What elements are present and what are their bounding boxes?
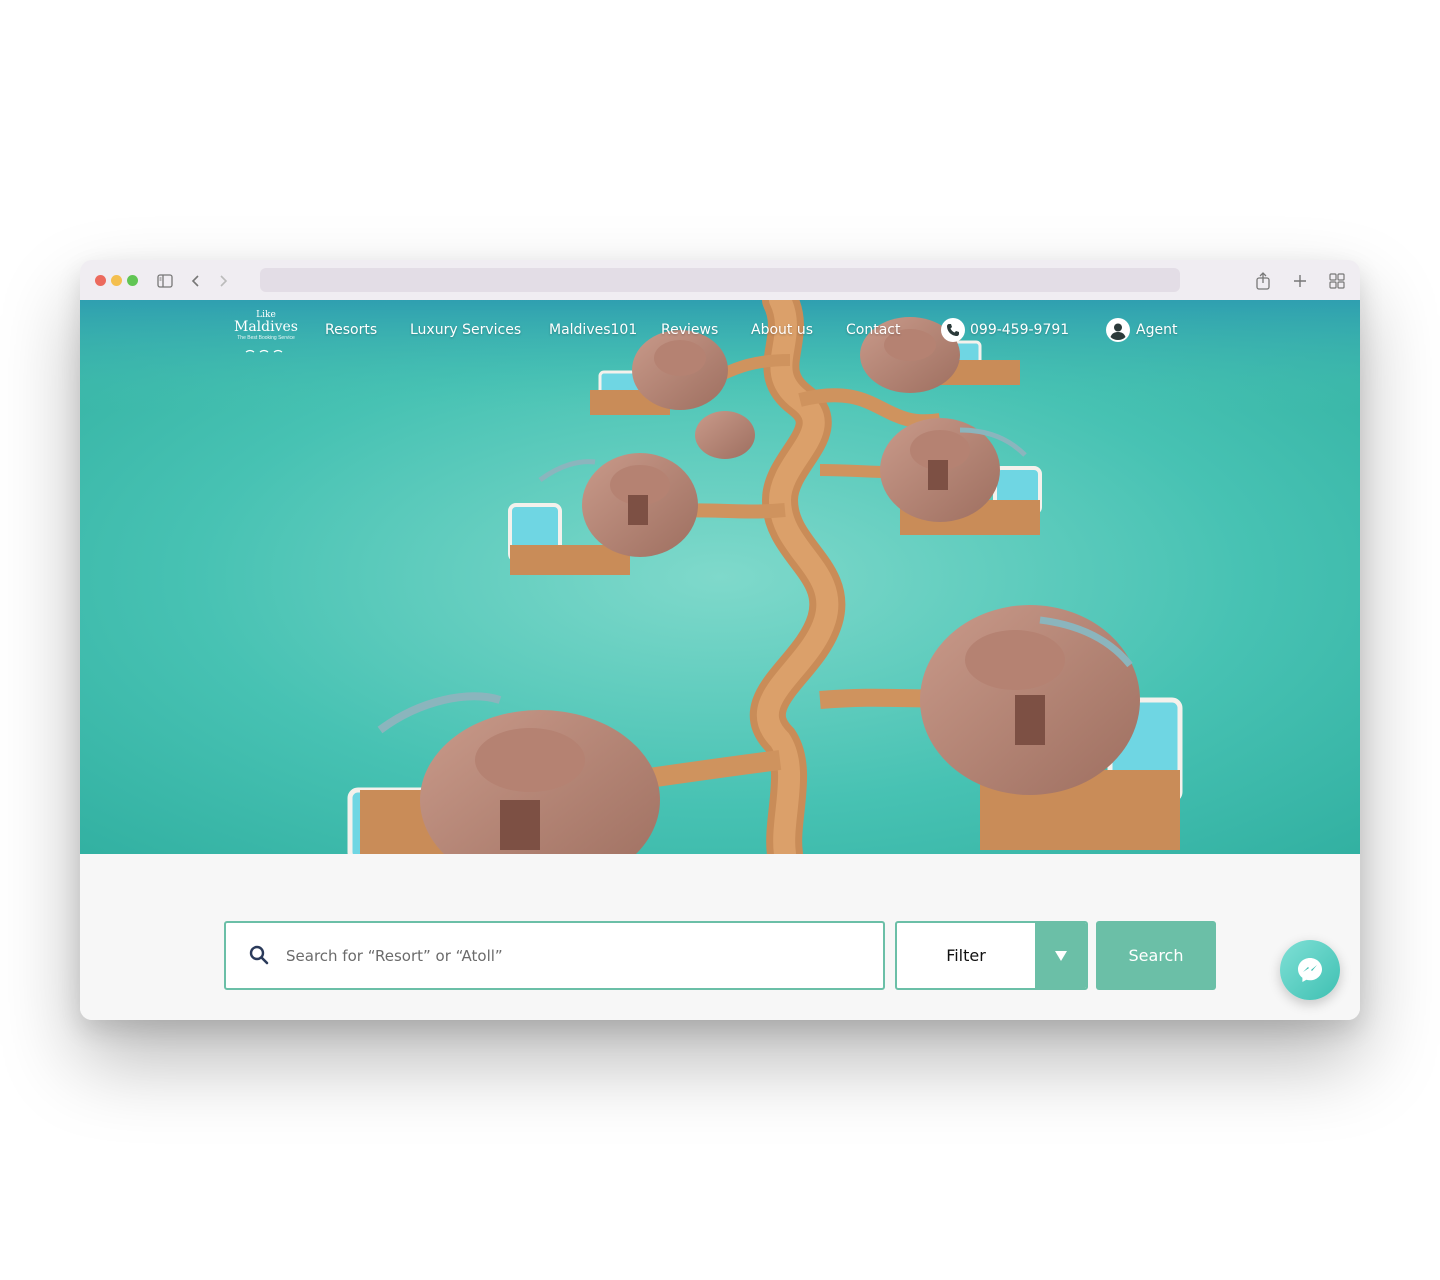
minimize-window-button[interactable] (111, 275, 122, 286)
close-window-button[interactable] (95, 275, 106, 286)
phone-icon (941, 318, 965, 342)
triangle-down-icon[interactable] (1035, 923, 1086, 988)
tab-overview-icon[interactable] (1328, 272, 1346, 290)
browser-toolbar (80, 260, 1360, 300)
nav-item-resorts[interactable]: Resorts (325, 320, 377, 340)
logo-tagline: The Best Booking Service (237, 335, 295, 341)
search-section: Filter Search (80, 854, 1360, 1020)
filter-dropdown[interactable]: Filter (895, 921, 1088, 990)
forward-icon[interactable] (214, 272, 232, 290)
main-navigation: Like Maldives The Best Booking Service R… (80, 300, 1360, 360)
agent-link[interactable]: Agent (1136, 320, 1177, 340)
nav-item-maldives101[interactable]: Maldives101 (549, 320, 637, 340)
address-bar[interactable] (260, 268, 1180, 292)
back-icon[interactable] (187, 272, 205, 290)
logo-waves-icon (245, 349, 283, 353)
nav-item-about-us[interactable]: About us (751, 320, 813, 340)
maximize-window-button[interactable] (127, 275, 138, 286)
filter-label: Filter (946, 946, 986, 965)
search-icon (248, 944, 270, 966)
search-button[interactable]: Search (1096, 921, 1216, 990)
hero-banner: Like Maldives The Best Booking Service R… (80, 300, 1360, 854)
new-tab-icon[interactable] (1291, 272, 1309, 290)
logo-line2: Maldives (234, 319, 298, 335)
user-icon (1106, 318, 1130, 342)
nav-item-contact[interactable]: Contact (846, 320, 900, 340)
nav-item-reviews[interactable]: Reviews (661, 320, 718, 340)
search-field[interactable] (224, 921, 885, 990)
messenger-icon[interactable] (1280, 940, 1340, 1000)
nav-item-luxury-services[interactable]: Luxury Services (410, 320, 521, 340)
hero-image (80, 300, 1360, 854)
search-input[interactable] (284, 933, 868, 979)
share-icon[interactable] (1254, 272, 1272, 290)
phone-number-link[interactable]: 099-459-9791 (970, 320, 1069, 340)
sidebar-icon[interactable] (156, 272, 174, 290)
browser-window: Like Maldives The Best Booking Service R… (80, 260, 1360, 1020)
site-logo[interactable]: Like Maldives The Best Booking Service (230, 310, 302, 353)
